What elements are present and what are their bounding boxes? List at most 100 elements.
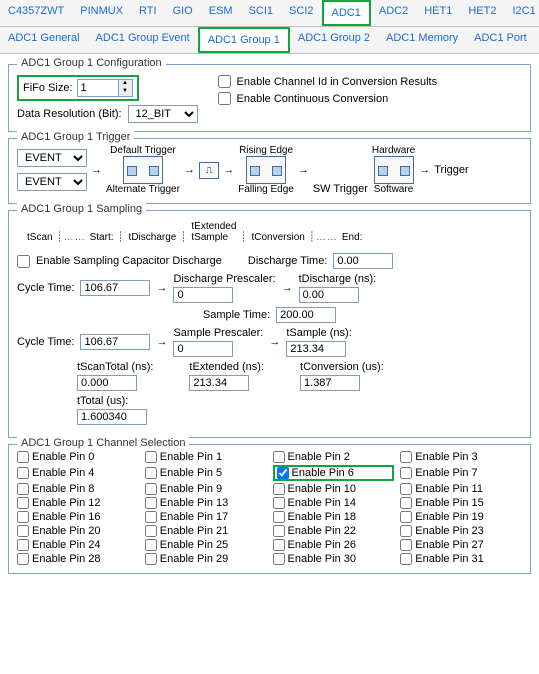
enable-pin-30-checkbox[interactable]	[273, 553, 285, 565]
enable-pin-31-checkbox[interactable]	[400, 553, 412, 565]
enable-pin-16-checkbox[interactable]	[17, 511, 29, 523]
res-select[interactable]: 12_BIT	[128, 105, 198, 123]
sub-tab-adc1-port[interactable]: ADC1 Port	[466, 27, 535, 53]
cycle-time-2-input[interactable]	[80, 334, 150, 350]
ttotal-input[interactable]	[77, 409, 147, 425]
ttotal-label: tTotal (us):	[77, 395, 147, 407]
top-tab-sci2[interactable]: SCI2	[281, 0, 321, 26]
enable-pin-0-checkbox[interactable]	[17, 451, 29, 463]
enable-pin-11-checkbox[interactable]	[400, 483, 412, 495]
channel-item-16: Enable Pin 16	[17, 511, 139, 523]
fifo-up-icon[interactable]: ▲	[118, 80, 132, 88]
enable-pin-8-checkbox[interactable]	[17, 483, 29, 495]
top-tab-sci1[interactable]: SCI1	[241, 0, 281, 26]
channel-item-13: Enable Pin 13	[145, 497, 267, 509]
enable-pin-15-checkbox[interactable]	[400, 497, 412, 509]
enable-pin-22-checkbox[interactable]	[273, 525, 285, 537]
enable-pin-4-label: Enable Pin 4	[32, 467, 94, 479]
tdischarge-ns-input[interactable]	[299, 287, 359, 303]
discharge-time-input[interactable]	[333, 253, 393, 269]
top-tab-het2[interactable]: HET2	[460, 0, 504, 26]
rising-edge-label: Rising Edge	[239, 145, 293, 156]
enable-pin-29-checkbox[interactable]	[145, 553, 157, 565]
top-tab-het1[interactable]: HET1	[416, 0, 460, 26]
enable-pin-19-checkbox[interactable]	[400, 511, 412, 523]
enable-pin-17-checkbox[interactable]	[145, 511, 157, 523]
tscantotal-input[interactable]	[77, 375, 137, 391]
sub-tab-adc1-group-1[interactable]: ADC1 Group 1	[198, 27, 290, 53]
top-tab-i2c1[interactable]: I2C1	[504, 0, 539, 26]
enable-cont-checkbox[interactable]	[218, 92, 231, 105]
channel-item-26: Enable Pin 26	[273, 539, 395, 551]
top-tab-gio[interactable]: GIO	[165, 0, 201, 26]
enable-pin-3-checkbox[interactable]	[400, 451, 412, 463]
enable-pin-18-checkbox[interactable]	[273, 511, 285, 523]
arrow-icon: →	[419, 164, 430, 176]
enable-pin-24-checkbox[interactable]	[17, 539, 29, 551]
enable-pin-26-checkbox[interactable]	[273, 539, 285, 551]
enable-pin-7-checkbox[interactable]	[400, 467, 412, 479]
sample-time-input[interactable]	[276, 307, 336, 323]
channels-fieldset: ADC1 Group 1 Channel Selection Enable Pi…	[8, 444, 531, 574]
channel-item-27: Enable Pin 27	[400, 539, 522, 551]
enable-pin-17-label: Enable Pin 17	[160, 511, 229, 523]
enable-pin-31-label: Enable Pin 31	[415, 553, 484, 565]
fifo-input[interactable]	[78, 80, 118, 96]
enable-pin-5-checkbox[interactable]	[145, 467, 157, 479]
sub-tab-adc1-group-2[interactable]: ADC1 Group 2	[290, 27, 378, 53]
enable-pin-9-checkbox[interactable]	[145, 483, 157, 495]
enable-pin-12-checkbox[interactable]	[17, 497, 29, 509]
fifo-highlight: FiFo Size: ▲▼	[17, 75, 139, 101]
fifo-spinner[interactable]: ▲▼	[77, 79, 133, 97]
enable-pin-4-checkbox[interactable]	[17, 467, 29, 479]
enable-pin-25-checkbox[interactable]	[145, 539, 157, 551]
channel-item-14: Enable Pin 14	[273, 497, 395, 509]
enable-pin-23-checkbox[interactable]	[400, 525, 412, 537]
enable-pin-21-checkbox[interactable]	[145, 525, 157, 537]
cycle-time-1-input[interactable]	[80, 280, 150, 296]
enable-pin-13-checkbox[interactable]	[145, 497, 157, 509]
enable-pin-6-checkbox[interactable]	[277, 467, 289, 479]
top-tab-adc2[interactable]: ADC2	[371, 0, 416, 26]
trigger-select-2[interactable]: EVENT	[17, 173, 87, 191]
channel-item-31: Enable Pin 31	[400, 553, 522, 565]
sample-prescaler-input[interactable]	[173, 341, 233, 357]
top-tab-rti[interactable]: RTI	[131, 0, 165, 26]
discharge-prescaler-input[interactable]	[173, 287, 233, 303]
enable-pin-1-checkbox[interactable]	[145, 451, 157, 463]
enable-pin-27-checkbox[interactable]	[400, 539, 412, 551]
enable-pin-10-checkbox[interactable]	[273, 483, 285, 495]
top-tab-esm[interactable]: ESM	[201, 0, 241, 26]
channel-item-11: Enable Pin 11	[400, 483, 522, 495]
enable-pin-14-label: Enable Pin 14	[288, 497, 357, 509]
sub-tab-adc1-group-event[interactable]: ADC1 Group Event	[88, 27, 198, 53]
enable-discharge-checkbox[interactable]	[17, 255, 30, 268]
top-tab-c4357zwt[interactable]: C4357ZWT	[0, 0, 72, 26]
enable-pin-2-checkbox[interactable]	[273, 451, 285, 463]
channel-item-28: Enable Pin 28	[17, 553, 139, 565]
trigger-select-1[interactable]: EVENT	[17, 149, 87, 167]
enable-chanid-checkbox[interactable]	[218, 75, 231, 88]
sample-time-label: Sample Time:	[203, 309, 270, 321]
enable-pin-14-checkbox[interactable]	[273, 497, 285, 509]
top-tab-pinmux[interactable]: PINMUX	[72, 0, 131, 26]
channel-item-5: Enable Pin 5	[145, 465, 267, 481]
sample-prescaler-label: Sample Prescaler:	[173, 327, 263, 339]
channel-item-21: Enable Pin 21	[145, 525, 267, 537]
channel-item-1: Enable Pin 1	[145, 451, 267, 463]
sub-tab-adc1-general[interactable]: ADC1 General	[0, 27, 88, 53]
enable-pin-20-checkbox[interactable]	[17, 525, 29, 537]
fifo-down-icon[interactable]: ▼	[118, 88, 132, 96]
enable-pin-21-label: Enable Pin 21	[160, 525, 229, 537]
arrow-icon: →	[298, 164, 309, 176]
top-tab-adc1[interactable]: ADC1	[322, 0, 371, 26]
enable-cont-label: Enable Continuous Conversion	[237, 93, 389, 105]
tconversion-input[interactable]	[300, 375, 360, 391]
trigger-block-3	[374, 156, 414, 184]
textended-input[interactable]	[189, 375, 249, 391]
sampling-fieldset: ADC1 Group 1 Sampling tScan ┊…… Start: ┊…	[8, 210, 531, 438]
enable-pin-28-checkbox[interactable]	[17, 553, 29, 565]
enable-pin-2-label: Enable Pin 2	[288, 451, 350, 463]
tsample-ns-input[interactable]	[286, 341, 346, 357]
sub-tab-adc1-memory[interactable]: ADC1 Memory	[378, 27, 466, 53]
